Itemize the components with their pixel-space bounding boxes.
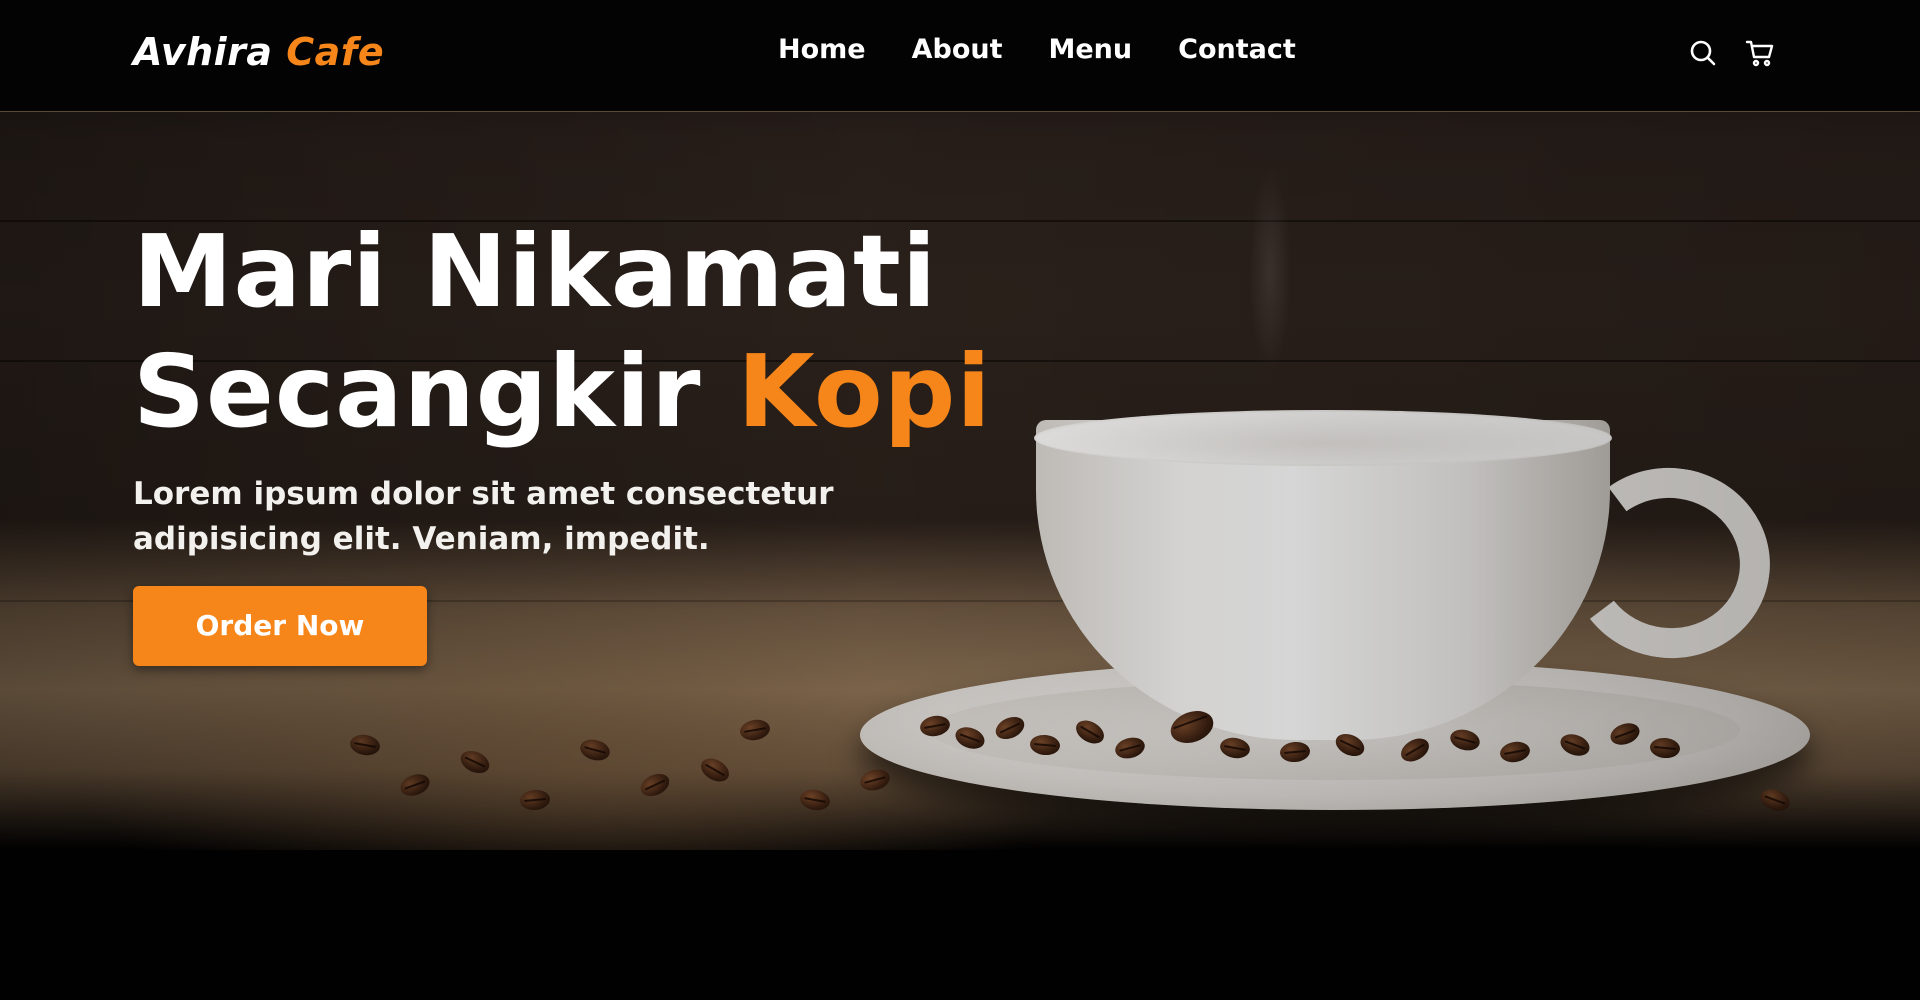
order-now-button[interactable]: Order Now [133,586,427,666]
brand-logo[interactable]: Avhira Cafe [133,30,384,74]
nav-link-contact[interactable]: Contact [1178,34,1296,65]
logo-text-primary: Avhira [133,30,273,74]
headline-line-1: Mari Nikamati [133,213,938,330]
nav-link-about[interactable]: About [912,34,1003,65]
hero-content: Mari Nikamati Secangkir Kopi Lorem ipsum… [133,212,1033,666]
nav-link-menu[interactable]: Menu [1049,34,1133,65]
nav-links: Home About Menu Contact [778,34,1296,65]
logo-text-accent: Cafe [286,30,385,74]
navbar: Avhira Cafe Home About Menu Contact [0,0,1920,112]
hero-headline: Mari Nikamati Secangkir Kopi [133,212,1033,452]
nav-link-home[interactable]: Home [778,34,866,65]
headline-accent-word: Kopi [737,333,992,450]
cart-icon[interactable] [1745,38,1775,68]
search-icon[interactable] [1688,38,1718,68]
headline-line-2: Secangkir [133,333,702,450]
hero-subtext: Lorem ipsum dolor sit amet consectetur a… [133,476,834,557]
steam-decoration [1230,110,1310,430]
